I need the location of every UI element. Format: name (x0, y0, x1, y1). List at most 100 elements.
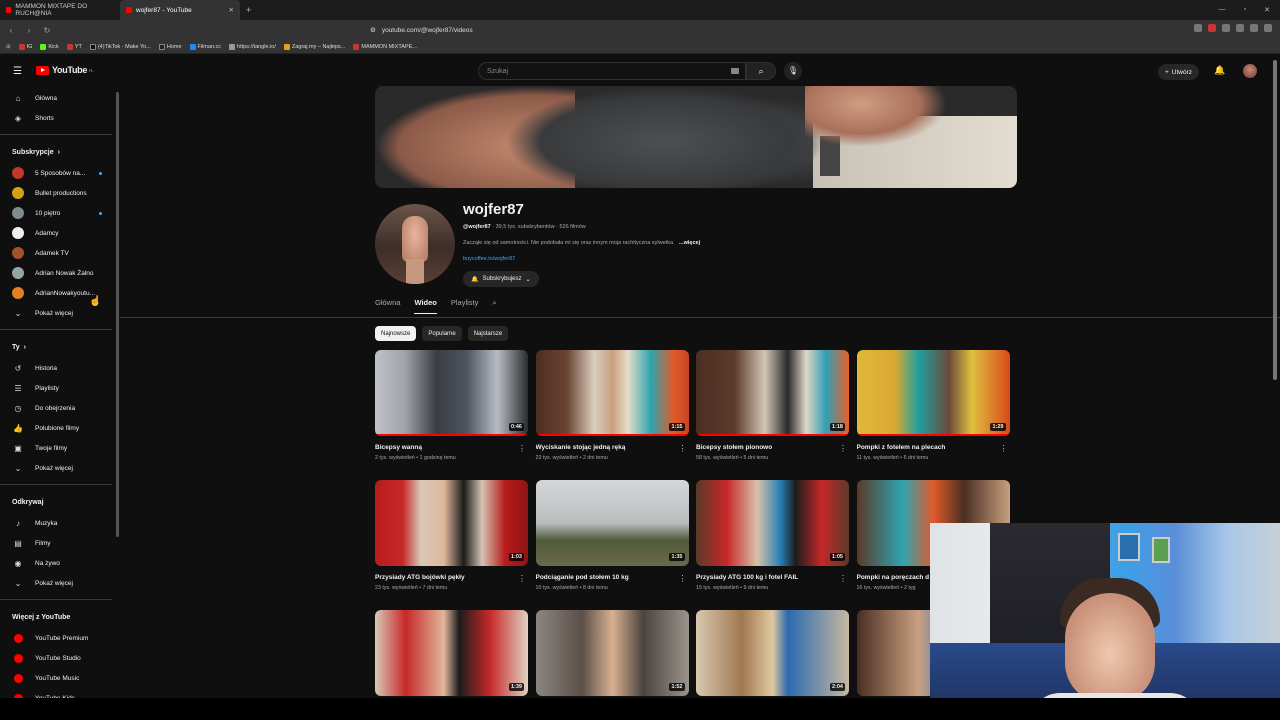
back-icon[interactable]: ‹ (6, 26, 16, 35)
video-title[interactable]: Wyciskanie stojąc jedną ręką (536, 444, 676, 451)
bookmark[interactable]: Home (158, 43, 182, 50)
sidebar-item-youtube-app[interactable]: YouTube Premium (0, 628, 118, 648)
maximize-icon[interactable]: ▫ (1244, 6, 1246, 14)
sidebar-item-subscription[interactable]: Adrian Nowak Żalno (0, 263, 118, 283)
account-avatar[interactable] (1243, 64, 1257, 78)
tab-playlists[interactable]: Playlisty (451, 298, 479, 307)
more-link[interactable]: ...więcej (679, 240, 700, 246)
video-card[interactable]: 1:39 (375, 610, 528, 696)
keyboard-icon[interactable] (731, 68, 739, 74)
sidebar-item-history[interactable]: ↺ Historia (0, 358, 118, 378)
create-button[interactable]: + Utwórz (1158, 64, 1200, 80)
video-title[interactable]: Podciąganie pod stołem 10 kg (536, 574, 676, 581)
page-scrollbar[interactable] (1273, 60, 1277, 380)
browser-tab-active[interactable]: wojfer87 - YouTube ✕ (120, 0, 240, 20)
video-thumbnail[interactable]: 1:03 (375, 480, 528, 566)
chip-popular[interactable]: Popularne (422, 326, 462, 341)
video-title[interactable]: Przysiady ATG bojówki pękły (375, 574, 515, 581)
sidebar-item-home[interactable]: ⌂ Główna (0, 88, 118, 108)
sidebar-item-playlist[interactable]: ☰ Playlisty (0, 378, 118, 398)
more-options-icon[interactable]: ⋮ (518, 574, 526, 583)
address-bar[interactable]: ⚙ youtube.com/@wojfer87/videos (370, 23, 890, 37)
video-card[interactable]: 1:18 Bicepsy stołem pionowo 58 tys. wyświe… (696, 350, 849, 461)
more-options-icon[interactable]: ⋮ (839, 444, 847, 453)
sidebar-item-like[interactable]: 👍 Polubione filmy (0, 418, 118, 438)
reload-icon[interactable]: ↻ (42, 26, 52, 35)
sidebar-item-live[interactable]: ◉ Na żywo (0, 553, 118, 573)
sidebar-item-clock[interactable]: ◷ Do obejrzenia (0, 398, 118, 418)
video-title[interactable]: Pompki z fotelem na plecach (857, 444, 997, 451)
channel-link[interactable]: buycoffee.to/wojfer87 (463, 256, 515, 262)
video-thumbnail[interactable]: 0:46 (375, 350, 528, 436)
video-thumbnail[interactable]: 1:35 (535, 480, 689, 566)
video-thumbnail[interactable]: 2:04 (696, 610, 849, 696)
extension-icon[interactable] (1236, 24, 1244, 32)
close-tab-icon[interactable]: ✕ (229, 6, 234, 14)
video-card[interactable]: 1:03 Przysiady ATG bojówki pękły 23 tys. w… (375, 480, 528, 591)
sidebar-item-shorts[interactable]: ◈ Shorts (0, 108, 118, 128)
video-title[interactable]: Bicepsy stołem pionowo (696, 444, 836, 451)
subscriptions-heading[interactable]: Subskrypcje › (0, 141, 118, 163)
youtube-logo[interactable]: YouTube PL (36, 65, 94, 75)
notifications-bell-icon[interactable]: 🔔 (1214, 65, 1225, 76)
channel-avatar[interactable] (375, 204, 455, 284)
menu-icon[interactable]: ☰ (13, 66, 22, 77)
bookmark[interactable]: Filman.cc (189, 43, 221, 50)
sidebar-item-youtube-app[interactable]: YouTube Music (0, 668, 118, 688)
video-thumbnail[interactable]: 1:05 (696, 480, 849, 566)
tab-home[interactable]: Główna (375, 298, 400, 307)
chip-newest[interactable]: Najnowsze (375, 326, 417, 341)
bookmark[interactable]: Kick (40, 43, 59, 50)
search-button[interactable]: ⌕ (746, 62, 776, 80)
bookmark[interactable]: MAMMON MIXTAPE... (353, 43, 417, 50)
video-title[interactable]: Bicepsy wanną (375, 444, 515, 451)
voice-search-button[interactable]: 🎙 (784, 62, 802, 80)
more-options-icon[interactable]: ⋮ (839, 574, 847, 583)
video-thumbnail[interactable]: 1:29 (856, 350, 1010, 436)
video-card[interactable]: 0:46 Bicepsy wanną 2 tys. wyświetleń • 1 g… (375, 350, 528, 461)
sidebar-scrollbar[interactable] (116, 92, 119, 537)
search-input[interactable]: Szukaj (478, 62, 746, 80)
sidebar-item-subscription[interactable]: Adamek TV (0, 243, 118, 263)
sidebar-item-your-videos[interactable]: ▣ Twoje filmy (0, 438, 118, 458)
forward-icon[interactable]: › (24, 26, 34, 35)
bookmark[interactable]: https://tangle.io/ (229, 43, 276, 50)
video-card[interactable]: 1:15 Wyciskanie stojąc jedną ręką 23 tys. … (535, 350, 689, 461)
extension-icon[interactable] (1194, 24, 1202, 32)
bookmark[interactable]: IG (18, 43, 32, 50)
extension-icon[interactable] (1250, 24, 1258, 32)
subscribed-button[interactable]: 🔔 Subskrybujesz ⌄ (463, 271, 539, 287)
video-card[interactable]: 1:05 Przysiady ATG 100 kg i fotel FAIL 15 … (696, 480, 849, 591)
sidebar-item-music[interactable]: ♪ Muzyka (0, 513, 118, 533)
video-thumbnail[interactable]: 1:15 (535, 350, 689, 436)
you-heading[interactable]: Ty › (0, 336, 118, 358)
video-card[interactable]: 2:04 (696, 610, 849, 696)
close-window-icon[interactable]: ✕ (1264, 6, 1270, 14)
site-settings-icon[interactable]: ⚙ (370, 26, 376, 34)
extension-icon[interactable] (1208, 24, 1216, 32)
channel-description[interactable]: Zacząłe się od samotności. Nie podobała … (463, 240, 700, 246)
search-icon[interactable]: ⌕ (492, 298, 496, 308)
browser-tab[interactable]: MAMMON MIXTAPE DO RUCH@NIA (0, 0, 120, 20)
show-more-explore[interactable]: ⌄ Pokaż więcej (0, 573, 118, 593)
video-thumbnail[interactable]: 1:18 (696, 350, 849, 436)
video-card[interactable]: 1:52 (535, 610, 689, 696)
bookmark[interactable]: YT (66, 43, 82, 50)
sidebar-item-youtube-app[interactable]: YouTube Studio (0, 648, 118, 668)
extension-icon[interactable] (1222, 24, 1230, 32)
show-more-you[interactable]: ⌄ Pokaż więcej (0, 458, 118, 478)
video-card[interactable]: 1:35 Podciąganie pod stołem 10 kg 10 tys. … (535, 480, 689, 591)
sidebar-item-film[interactable]: ▤ Filmy (0, 533, 118, 553)
bookmark[interactable]: (4)TikTok - Make Yo... (89, 43, 151, 50)
more-options-icon[interactable]: ⋮ (1000, 444, 1008, 453)
minimize-icon[interactable]: — (1219, 6, 1226, 14)
tab-videos[interactable]: Wideo (414, 298, 437, 314)
video-title[interactable]: Przysiady ATG 100 kg i fotel FAIL (696, 574, 836, 581)
more-options-icon[interactable]: ⋮ (679, 574, 687, 583)
new-tab-icon[interactable]: + (240, 5, 257, 15)
more-options-icon[interactable]: ⋮ (679, 444, 687, 453)
apps-icon[interactable]: ⊞ (6, 44, 11, 50)
sidebar-item-subscription[interactable]: 10 piętro (0, 203, 118, 223)
sidebar-item-subscription[interactable]: Bullet productions (0, 183, 118, 203)
chip-oldest[interactable]: Najstarsze (467, 326, 509, 341)
